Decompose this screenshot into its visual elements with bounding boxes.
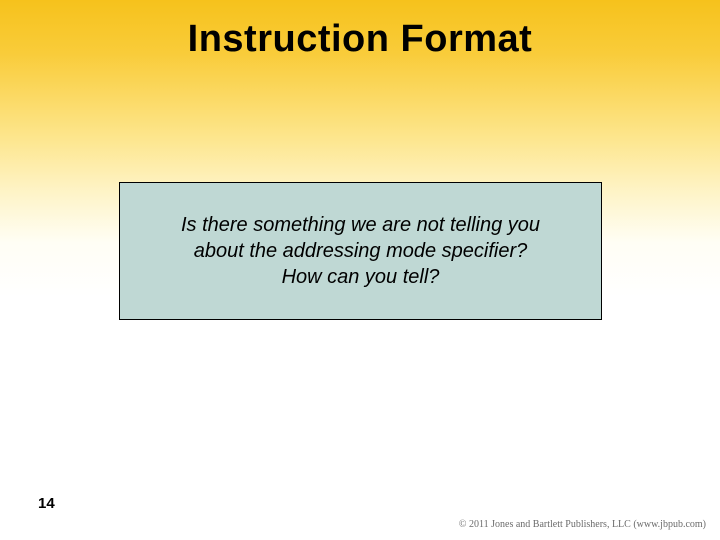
slide-title: Instruction Format [0,18,720,61]
callout-box: Is there something we are not telling yo… [119,182,602,320]
page-number: 14 [38,495,55,512]
callout-text: Is there something we are not telling yo… [181,212,540,290]
callout-line-3: How can you tell? [282,266,440,288]
slide: Instruction Format Is there something we… [0,0,720,540]
callout-line-1: Is there something we are not telling yo… [181,214,540,236]
copyright-text: © 2011 Jones and Bartlett Publishers, LL… [459,519,706,530]
callout-line-2: about the addressing mode specifier? [194,240,528,262]
